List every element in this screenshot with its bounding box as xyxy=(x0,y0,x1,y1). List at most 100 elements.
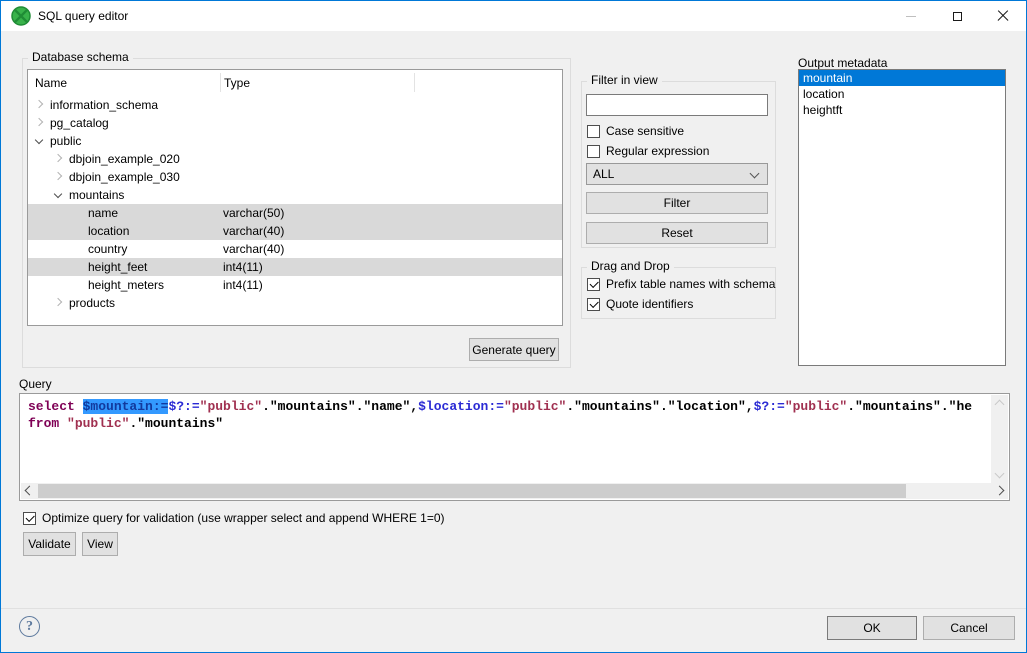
minimize-icon xyxy=(906,16,916,17)
filter-option-checkbox[interactable] xyxy=(587,125,600,138)
query-token: $location:= xyxy=(418,399,504,414)
scroll-left-icon[interactable] xyxy=(25,486,35,496)
tree-cell-name: public xyxy=(50,134,81,148)
clover-logo-icon xyxy=(11,6,31,26)
query-token: ."mountains"."location", xyxy=(566,399,753,414)
drag-and-drop-checkboxes: Prefix table names with schema Quote iden… xyxy=(587,274,772,314)
query-token: "public" xyxy=(504,399,566,414)
expand-icon[interactable] xyxy=(54,154,62,162)
tree-row-height_meters[interactable]: height_meters int4(11) xyxy=(28,276,562,294)
collapse-icon[interactable] xyxy=(35,136,43,144)
tree-row-mountains[interactable]: mountains xyxy=(28,186,562,204)
dnd-option-checkbox[interactable] xyxy=(587,278,600,291)
tree-cell-name: dbjoin_example_030 xyxy=(69,170,180,184)
collapse-icon[interactable] xyxy=(54,190,62,198)
expand-icon[interactable] xyxy=(54,172,62,180)
sql-query-editor-dialog: SQL query editor Database schema Name Ty… xyxy=(0,0,1027,653)
tree-cell-name: name xyxy=(88,206,118,220)
tree-cell-name: pg_catalog xyxy=(50,116,109,130)
optimize-query-checkbox-row[interactable]: Optimize query for validation (use wrapp… xyxy=(23,508,445,528)
generate-query-button[interactable]: Generate query xyxy=(469,338,559,361)
tree-cell-name: dbjoin_example_020 xyxy=(69,152,180,166)
metadata-item-mountain[interactable]: mountain xyxy=(799,70,1005,86)
schema-tree[interactable]: Name Type information_schema pg_catalogpu… xyxy=(27,69,563,326)
expand-icon[interactable] xyxy=(35,118,43,126)
dnd-option-label: Prefix table names with schema xyxy=(606,277,775,291)
reset-button[interactable]: Reset xyxy=(586,222,768,244)
validate-button[interactable]: Validate xyxy=(23,532,76,556)
query-vertical-scrollbar[interactable] xyxy=(991,395,1008,483)
filter-option-checkbox[interactable] xyxy=(587,145,600,158)
tree-row-products[interactable]: products xyxy=(28,294,562,312)
tree-cell-name: location xyxy=(88,224,129,238)
query-token: from xyxy=(28,416,67,431)
database-schema-group-label: Database schema xyxy=(28,50,133,64)
optimize-query-label: Optimize query for validation (use wrapp… xyxy=(42,511,445,525)
query-token: select xyxy=(28,399,83,414)
query-token: ."mountains"."name", xyxy=(262,399,418,414)
tree-row-location[interactable]: locationvarchar(40) xyxy=(28,222,562,240)
tree-row-pg_catalog[interactable]: pg_catalog xyxy=(28,114,562,132)
schema-tree-rows: information_schema pg_catalogpublic dbjoin… xyxy=(28,96,562,325)
filter-input[interactable] xyxy=(586,94,768,116)
query-text[interactable]: select $mountain:=$?:="public"."mountain… xyxy=(28,398,987,468)
tree-row-public[interactable]: public xyxy=(28,132,562,150)
query-horizontal-scrollbar[interactable] xyxy=(21,483,1008,499)
dnd-option-row[interactable]: Prefix table names with schema xyxy=(587,274,772,294)
query-line: from "public"."mountains" xyxy=(28,415,987,432)
filter-option-row[interactable]: Case sensitive xyxy=(587,121,772,141)
filter-option-label: Case sensitive xyxy=(606,124,684,138)
dnd-option-row[interactable]: Quote identifiers xyxy=(587,294,772,314)
close-button[interactable] xyxy=(980,1,1026,31)
tree-cell-type: varchar(50) xyxy=(223,206,284,220)
scrollbar-thumb[interactable] xyxy=(38,484,906,498)
scroll-up-icon[interactable] xyxy=(995,400,1005,410)
tree-row-information_schema[interactable]: information_schema xyxy=(28,96,562,114)
optimize-query-checkbox[interactable] xyxy=(23,512,36,525)
metadata-item-heightft[interactable]: heightft xyxy=(799,102,1005,118)
column-header-type[interactable]: Type xyxy=(224,76,250,90)
tree-cell-type: int4(11) xyxy=(223,278,263,292)
query-token: $?:= xyxy=(754,399,785,414)
tree-row-name[interactable]: name varchar(50) xyxy=(28,204,562,222)
column-divider[interactable] xyxy=(414,73,415,92)
tree-cell-name: height_meters xyxy=(88,278,164,292)
drag-and-drop-group-label: Drag and Drop xyxy=(587,259,674,273)
view-button[interactable]: View xyxy=(82,532,118,556)
tree-cell-type: int4(11) xyxy=(223,260,263,274)
filter-scope-dropdown[interactable]: ALL xyxy=(586,163,768,185)
column-header-name[interactable]: Name xyxy=(35,76,67,90)
scroll-right-icon[interactable] xyxy=(995,486,1005,496)
ok-button[interactable]: OK xyxy=(827,616,917,640)
tree-row-dbjoin_example_030[interactable]: dbjoin_example_030 xyxy=(28,168,562,186)
expand-icon[interactable] xyxy=(35,100,43,108)
query-editor[interactable]: select $mountain:=$?:="public"."mountain… xyxy=(19,393,1010,501)
cancel-button[interactable]: Cancel xyxy=(923,616,1015,640)
scroll-down-icon[interactable] xyxy=(995,469,1005,479)
query-token: "public" xyxy=(785,399,847,414)
query-token: "public" xyxy=(200,399,262,414)
chevron-down-icon xyxy=(750,169,760,179)
question-mark-icon: ? xyxy=(26,619,33,635)
tree-row-height_feet[interactable]: height_feetint4(11) xyxy=(28,258,562,276)
tree-cell-name: mountains xyxy=(69,188,124,202)
maximize-icon xyxy=(953,12,962,21)
query-line: select $mountain:=$?:="public"."mountain… xyxy=(28,398,987,415)
column-divider[interactable] xyxy=(220,73,221,92)
dnd-option-checkbox[interactable] xyxy=(587,298,600,311)
tree-row-country[interactable]: countryvarchar(40) xyxy=(28,240,562,258)
minimize-button[interactable] xyxy=(888,1,934,31)
maximize-button[interactable] xyxy=(934,1,980,31)
tree-row-dbjoin_example_020[interactable]: dbjoin_example_020 xyxy=(28,150,562,168)
expand-icon[interactable] xyxy=(54,298,62,306)
query-label: Query xyxy=(19,377,52,391)
metadata-item-location[interactable]: location xyxy=(799,86,1005,102)
output-metadata-list[interactable]: mountainlocationheightft xyxy=(798,69,1006,366)
filter-button[interactable]: Filter xyxy=(586,192,768,214)
filter-option-row[interactable]: Regular expression xyxy=(587,141,772,161)
query-token: $?:= xyxy=(168,399,199,414)
tree-cell-name: country xyxy=(88,242,127,256)
titlebar[interactable]: SQL query editor xyxy=(1,1,1026,31)
help-button[interactable]: ? xyxy=(19,616,40,637)
output-metadata-label: Output metadata xyxy=(798,56,887,70)
